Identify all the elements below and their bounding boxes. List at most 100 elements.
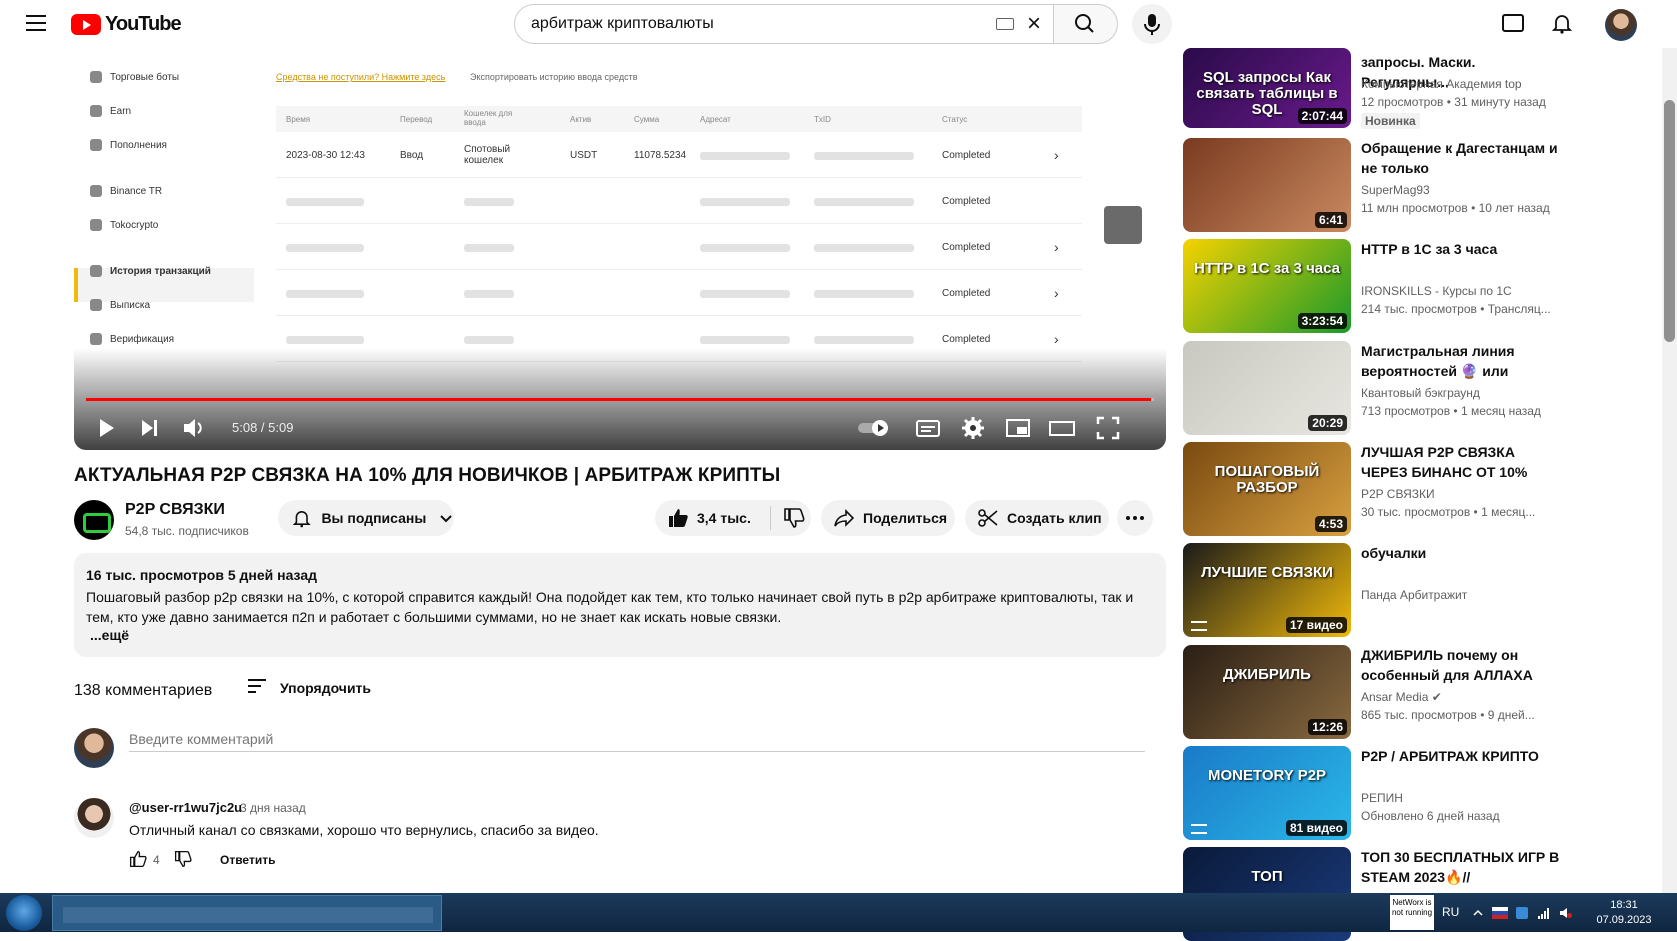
tray-expand-icon[interactable] [1472,907,1484,919]
recommended-video-title[interactable]: обучалки [1361,543,1561,563]
video-thumbnail[interactable]: MONETORY P2P 81 видео [1183,746,1351,840]
thumbnail-text: ДЖИБРИЛЬ [1223,666,1311,683]
start-button[interactable] [6,895,42,931]
video-thumbnail[interactable]: SQL запросы Как связать таблицы в SQL 2:0… [1183,48,1351,128]
recommended-channel-name[interactable]: Компьютерная Академия top [1361,77,1522,91]
recommended-video-title[interactable]: ТОП 30 БЕСПЛАТНЫХ ИГР В STEAM 2023🔥// Бе… [1361,847,1561,887]
recommended-video-title[interactable]: P2P / АРБИТРАЖ КРИПТО [1361,746,1561,766]
clear-search-icon[interactable]: × [1023,12,1045,36]
language-indicator[interactable]: RU [1442,905,1459,919]
networx-widget[interactable]: NetWorx is not running [1390,895,1434,930]
russian-flag-icon [1492,907,1508,919]
network-app-icon[interactable] [1516,907,1528,919]
fullscreen-icon[interactable] [1094,414,1122,442]
recommended-video-title[interactable]: HTTP в 1С за 3 часа [1361,239,1561,259]
comment-reply-button[interactable]: Ответить [220,853,275,867]
recommended-video[interactable]: ЛУЧШИЕ СВЯЗКИ 17 видео обучалки Панда Арбит… [1183,543,1563,637]
video-thumbnail[interactable]: ДЖИБРИЛЬ 12:26 [1183,645,1351,739]
recommended-channel-name[interactable]: Панда Арбитражит [1361,588,1467,602]
video-table-row: Completed › [276,226,1082,270]
thumbs-down-icon[interactable] [783,507,805,529]
search-input[interactable] [531,5,971,43]
like-dislike-group: 3,4 тыс. [655,500,811,536]
signal-icon[interactable] [1538,907,1550,919]
recommended-video[interactable]: HTTP в 1С за 3 часа 3:23:54 HTTP в 1С за 3… [1183,239,1563,333]
video-thumbnail[interactable]: 20:29 [1183,341,1351,435]
views-date: 16 тыс. просмотров 5 дней назад [86,567,317,583]
search-box: × [514,4,1054,44]
show-more-link[interactable]: ...ещё [90,627,129,643]
like-button[interactable]: 3,4 тыс. [667,506,771,530]
video-player[interactable]: Торговые боты Earn Пополнения Binance TR… [74,48,1166,450]
youtube-logo[interactable]: YouTube [71,12,182,35]
comment-input[interactable] [129,726,1145,752]
search-icon [1075,14,1094,33]
notifications-bell-icon[interactable] [1551,12,1573,34]
voice-search-button[interactable] [1132,4,1172,44]
system-clock[interactable]: 18:31 07.09.2023 [1594,898,1654,928]
taskbar-browser-item[interactable] [52,895,442,931]
comment-like-icon[interactable] [129,850,147,868]
channel-avatar[interactable] [74,500,114,540]
next-video-icon[interactable] [136,414,164,442]
recommended-video[interactable]: 20:29 Магистральная линия вероятностей 🔮 … [1183,341,1563,435]
miniplayer-overlay-button[interactable] [1104,206,1142,244]
description-box[interactable]: 16 тыс. просмотров 5 дней назад Пошаговы… [74,553,1166,657]
play-icon[interactable] [92,414,120,442]
video-table-row: 2023-08-30 12:43 Ввод Спотовый кошелек U… [276,134,1082,178]
recommended-video-title[interactable]: ДЖИБРИЛЬ почему он особенный для АЛЛАХА [1361,645,1561,685]
comment-time[interactable]: 3 дня назад [240,801,306,815]
recommended-video[interactable]: MONETORY P2P 81 видео P2P / АРБИТРАЖ КРИПТ… [1183,746,1563,840]
recommended-video-title[interactable]: Обращение к Дагестанцам и не только [1361,138,1561,178]
comment-text: Отличный канал со связками, хорошо что в… [129,822,599,838]
comment-author[interactable]: @user-rr1wu7jc2u [129,800,242,815]
share-button[interactable]: Поделиться [821,500,955,536]
subscriber-count: 54,8 тыс. подписчиков [125,524,249,538]
thumbnail-text: ПОШАГОВЫЙ РАЗБОР [1214,463,1320,496]
miniplayer-icon[interactable] [1004,414,1032,442]
recommended-video-title[interactable]: Магистральная линия вероятностей 🔮 или п… [1361,341,1561,381]
recommended-channel-name[interactable]: IRONSKILLS - Курсы по 1С [1361,284,1512,298]
comment-dislike-icon[interactable] [174,850,192,868]
sort-comments-button[interactable]: Упорядочить [248,679,371,697]
page-scrollbar[interactable] [1662,48,1677,893]
video-thumbnail[interactable]: HTTP в 1С за 3 часа 3:23:54 [1183,239,1351,333]
video-thumbnail[interactable]: ЛУЧШИЕ СВЯЗКИ 17 видео [1183,543,1351,637]
keyboard-icon[interactable] [996,18,1014,30]
autoplay-toggle-icon[interactable] [856,414,896,442]
subtitles-icon[interactable] [914,414,942,442]
recommended-video[interactable]: ПОШАГОВЫЙ РАЗБОР 4:53 ЛУЧШАЯ P2P СВЯЗКА ЧЕ… [1183,442,1563,536]
recommended-video[interactable]: ДЖИБРИЛЬ 12:26 ДЖИБРИЛЬ почему он особенны… [1183,645,1563,739]
recommended-video[interactable]: SQL запросы Как связать таблицы в SQL 2:0… [1183,48,1563,142]
video-thumbnail[interactable]: ПОШАГОВЫЙ РАЗБОР 4:53 [1183,442,1351,536]
menu-icon[interactable] [26,15,46,31]
recommended-channel-name[interactable]: Ansar Media ✔ [1361,690,1442,704]
progress-bar[interactable] [86,398,1154,401]
recommended-channel-name[interactable]: P2P СВЯЗКИ [1361,487,1435,501]
recommended-channel-name[interactable]: РЕПИН [1361,791,1403,805]
scrollbar-thumb[interactable] [1664,100,1675,342]
more-actions-button[interactable] [1117,500,1153,536]
settings-gear-icon[interactable] [959,414,987,442]
video-duration: 2:07:44 [1297,108,1347,124]
recommended-video[interactable]: 6:41 Обращение к Дагестанцам и не только S… [1183,138,1563,232]
recommended-channel-name[interactable]: Квантовый бэкграунд [1361,386,1480,400]
video-content-export: Экспортировать историю ввода средств [470,72,638,82]
comment-author-avatar[interactable] [74,798,114,838]
channel-name[interactable]: P2P СВЯЗКИ [125,501,225,519]
account-avatar[interactable] [1605,9,1637,41]
create-video-icon[interactable] [1502,14,1524,32]
subscribed-button[interactable]: Вы подписаны [278,500,454,536]
recommended-video-title[interactable]: ЛУЧШАЯ P2P СВЯЗКА ЧЕРЕЗ БИНАНС ОТ 10% ДЛ… [1361,442,1561,482]
theater-mode-icon[interactable] [1048,414,1076,442]
video-sidebar-item: Пополнения [90,139,167,151]
bell-icon [292,511,311,528]
create-clip-button[interactable]: Создать клип [965,500,1109,536]
volume-icon[interactable] [180,414,208,442]
video-duration: 4:53 [1314,516,1347,532]
search-button[interactable] [1054,4,1118,44]
logo-text: YouTube [105,12,182,35]
video-thumbnail[interactable]: 6:41 [1183,138,1351,232]
recommended-channel-name[interactable]: SuperMag93 [1361,183,1430,197]
volume-muted-icon[interactable] [1560,907,1572,919]
